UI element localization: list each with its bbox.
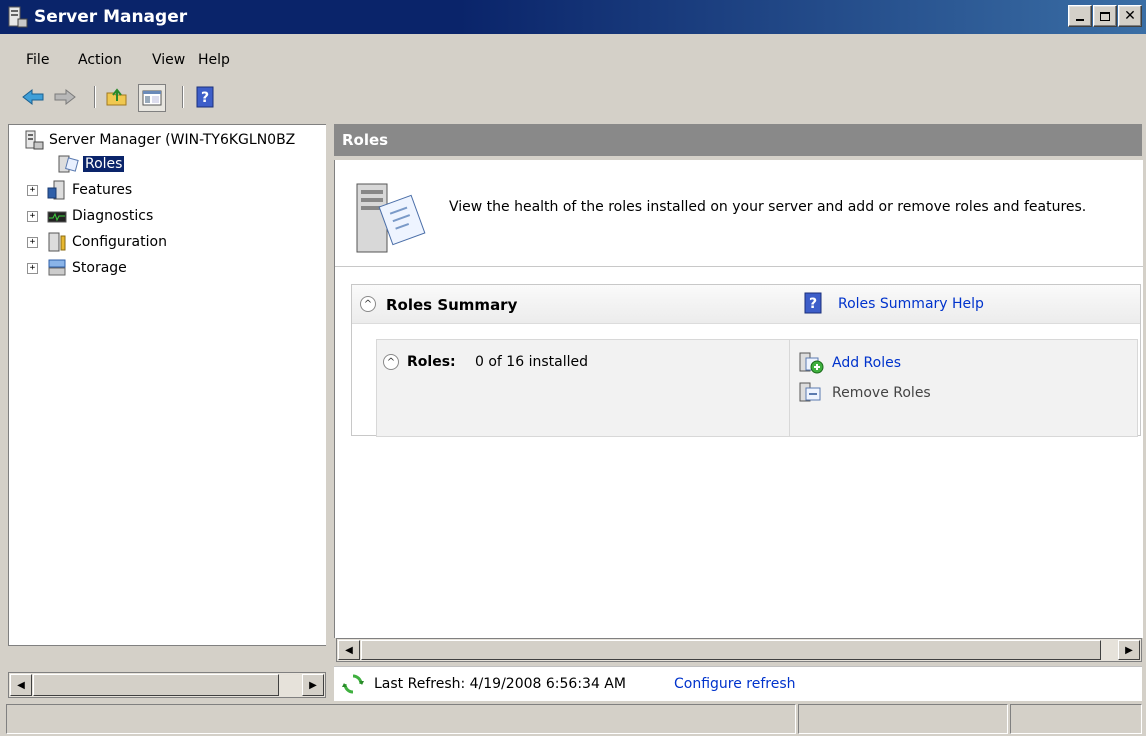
roles-actions: Add Roles Remove Roles (789, 340, 1136, 436)
roles-summary-title: Roles Summary (386, 296, 518, 314)
menu-bar: File Action View Help (0, 40, 1146, 76)
scroll-left-icon: ◀ (17, 679, 25, 691)
add-roles-icon (799, 352, 824, 374)
tree-item-storage[interactable]: + Storage (27, 257, 127, 279)
help-button[interactable]: ? (192, 84, 218, 110)
roles-summary-help-link[interactable]: Roles Summary Help (838, 296, 984, 312)
tree-item-features[interactable]: + Features (27, 179, 132, 201)
status-cell-secondary (798, 704, 1008, 734)
details-pane: View the health of the roles installed o… (334, 160, 1143, 638)
scroll-left-button[interactable]: ◀ (338, 640, 360, 660)
svg-text:?: ? (201, 90, 209, 106)
pane-splitter[interactable] (326, 124, 334, 700)
tree-item-label: Roles (83, 156, 125, 172)
svg-text:?: ? (809, 296, 817, 312)
roles-icon (58, 155, 79, 173)
scroll-right-icon: ▶ (309, 679, 317, 691)
expand-icon[interactable]: + (27, 184, 38, 196)
status-cell-main (6, 704, 796, 734)
details-horizontal-scrollbar[interactable]: ◀ ▶ (336, 638, 1142, 662)
toolbar-separator (94, 86, 96, 108)
intro-description: View the health of the roles installed o… (449, 199, 1087, 215)
add-roles-action[interactable]: Add Roles (798, 352, 901, 374)
collapse-roles-button[interactable]: ^ (383, 354, 399, 370)
close-button[interactable]: ✕ (1118, 5, 1142, 27)
tree-item-label: Diagnostics (72, 208, 154, 224)
configure-refresh-link[interactable]: Configure refresh (674, 676, 796, 692)
tree-root-server-manager[interactable]: Server Manager (WIN-TY6KGLN0BZ (23, 129, 295, 151)
details-pane-title: Roles (342, 131, 389, 149)
remove-roles-action[interactable]: Remove Roles (798, 382, 931, 404)
help-icon: ? (804, 292, 822, 314)
chevron-up-icon: ^ (363, 298, 373, 310)
tree-item-diagnostics[interactable]: + Diagnostics (27, 205, 153, 227)
toolbar: ? (0, 80, 1146, 114)
menu-action[interactable]: Action (78, 52, 122, 68)
forward-button[interactable] (52, 84, 78, 110)
scrollbar-thumb[interactable] (33, 674, 279, 696)
refresh-bar: Last Refresh: 4/19/2008 6:56:34 AM Confi… (334, 666, 1142, 701)
forward-arrow-icon (54, 88, 76, 106)
scroll-right-button[interactable]: ▶ (302, 674, 324, 696)
refresh-icon (342, 674, 364, 694)
menu-file[interactable]: File (26, 52, 49, 68)
status-cell-tertiary (1010, 704, 1142, 734)
maximize-button[interactable] (1093, 5, 1117, 27)
roles-status-panel: ^ Roles: 0 of 16 installed Add Roles Rem… (376, 339, 1138, 437)
scroll-right-button[interactable]: ▶ (1118, 640, 1140, 660)
console-tree[interactable]: Server Manager (WIN-TY6KGLN0BZ Roles + F… (8, 124, 328, 646)
show-hide-tree-button[interactable] (138, 84, 166, 112)
server-manager-icon (25, 130, 44, 150)
roles-count-label: Roles: (407, 354, 456, 370)
title-bar[interactable]: Server Manager ✕ (0, 0, 1146, 34)
tree-item-configuration[interactable]: + Configuration (27, 231, 167, 253)
help-icon: ? (196, 86, 214, 108)
collapse-summary-button[interactable]: ^ (360, 296, 376, 312)
tree-item-label: Storage (72, 260, 127, 276)
details-pane-header: Roles (334, 124, 1142, 156)
add-roles-link: Add Roles (832, 355, 902, 371)
close-icon: ✕ (1124, 8, 1136, 24)
minimize-icon (1076, 19, 1084, 21)
scroll-left-button[interactable]: ◀ (10, 674, 32, 696)
intro-section: View the health of the roles installed o… (335, 160, 1143, 267)
show-hide-tree-icon (142, 90, 162, 106)
expand-icon[interactable]: + (27, 262, 38, 274)
diagnostics-icon (47, 211, 67, 223)
roles-summary-header: ^ Roles Summary ? Roles Summary Help (352, 285, 1140, 324)
tree-item-label: Features (72, 182, 133, 198)
scroll-right-icon: ▶ (1125, 644, 1133, 656)
up-one-level-button[interactable] (104, 84, 130, 110)
menu-view[interactable]: View (152, 52, 185, 68)
chevron-up-icon: ^ (386, 356, 396, 368)
tree-horizontal-scrollbar[interactable]: ◀ ▶ (8, 672, 326, 698)
back-arrow-icon (22, 88, 44, 106)
tree-item-roles[interactable]: Roles (57, 153, 125, 175)
roles-summary-section: ^ Roles Summary ? Roles Summary Help ^ R… (351, 284, 1141, 437)
up-folder-icon (106, 88, 127, 106)
remove-roles-icon (799, 382, 821, 402)
scrollbar-thumb[interactable] (361, 640, 1101, 660)
storage-icon (48, 259, 66, 276)
tree-item-label: Configuration (72, 234, 167, 250)
remove-roles-link: Remove Roles (832, 385, 931, 401)
features-icon (47, 180, 65, 200)
back-button[interactable] (20, 84, 46, 110)
scroll-left-icon: ◀ (345, 644, 353, 656)
toolbar-separator (182, 86, 184, 108)
roles-server-icon (356, 183, 426, 253)
expand-icon[interactable]: + (27, 210, 38, 222)
configuration-icon (48, 232, 66, 252)
maximize-icon (1100, 11, 1110, 21)
window-title: Server Manager (34, 7, 188, 27)
server-manager-icon (8, 6, 28, 28)
expand-icon[interactable]: + (27, 236, 38, 248)
tree-root-label: Server Manager (WIN-TY6KGLN0BZ (49, 132, 296, 148)
last-refresh-text: Last Refresh: 4/19/2008 6:56:34 AM (374, 676, 626, 692)
status-bar (0, 704, 1146, 736)
roles-count-value: 0 of 16 installed (475, 354, 588, 370)
minimize-button[interactable] (1068, 5, 1092, 27)
menu-help[interactable]: Help (198, 52, 230, 68)
